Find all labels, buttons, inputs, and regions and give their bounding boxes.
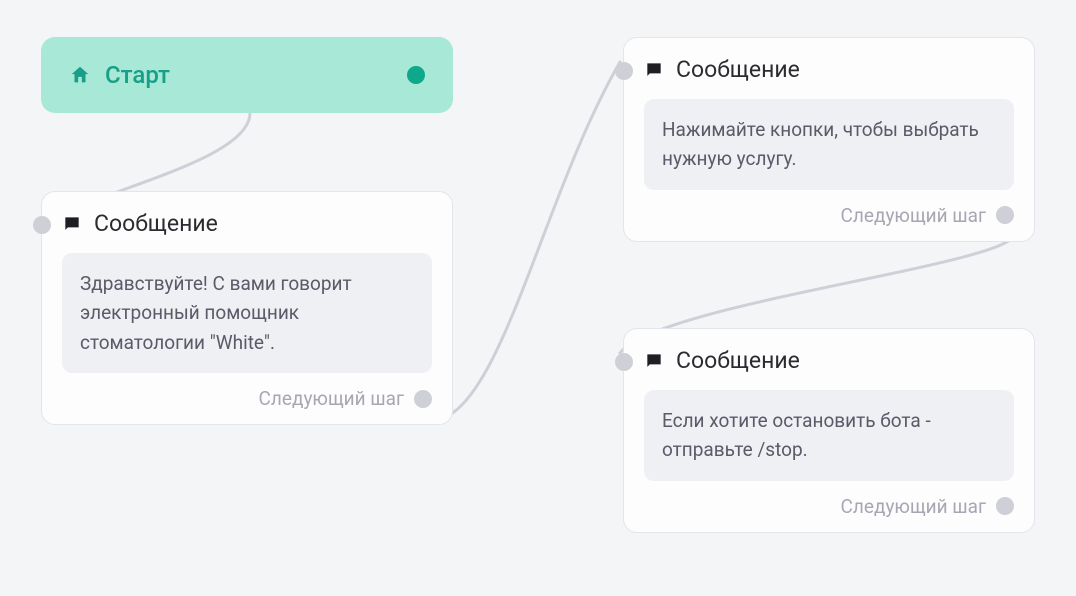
next-step-label: Следующий шаг (841, 204, 986, 227)
out-port[interactable] (414, 390, 432, 408)
node-title-row: Сообщение (62, 210, 432, 237)
node-title: Сообщение (94, 210, 218, 237)
in-port[interactable] (615, 62, 633, 80)
node-body: Если хотите остановить бота - отправьте … (644, 390, 1014, 481)
out-port[interactable] (996, 206, 1014, 224)
message-icon (644, 60, 664, 80)
message-node-2[interactable]: Сообщение Нажимайте кнопки, чтобы выбрат… (623, 37, 1035, 242)
start-label: Старт (105, 61, 407, 89)
node-body: Здравствуйте! С вами говорит электронный… (62, 253, 432, 373)
node-footer: Следующий шаг (644, 204, 1014, 227)
next-step-label: Следующий шаг (259, 387, 404, 410)
home-icon (69, 64, 91, 86)
node-body: Нажимайте кнопки, чтобы выбрать нужную у… (644, 99, 1014, 190)
next-step-label: Следующий шаг (841, 495, 986, 518)
message-node-1[interactable]: Сообщение Здравствуйте! С вами говорит э… (41, 191, 453, 425)
node-title: Сообщение (676, 56, 800, 83)
node-title: Сообщение (676, 347, 800, 374)
in-port[interactable] (33, 216, 51, 234)
node-title-row: Сообщение (644, 56, 1014, 83)
in-port[interactable] (615, 353, 633, 371)
message-node-3[interactable]: Сообщение Если хотите остановить бота - … (623, 328, 1035, 533)
node-footer: Следующий шаг (644, 495, 1014, 518)
message-icon (62, 214, 82, 234)
node-title-row: Сообщение (644, 347, 1014, 374)
start-out-port[interactable] (407, 66, 425, 84)
flow-canvas[interactable]: Старт Сообщение Здравствуйте! С вами гов… (0, 0, 1076, 596)
out-port[interactable] (996, 497, 1014, 515)
node-footer: Следующий шаг (62, 387, 432, 410)
message-icon (644, 351, 664, 371)
start-node[interactable]: Старт (41, 37, 453, 113)
